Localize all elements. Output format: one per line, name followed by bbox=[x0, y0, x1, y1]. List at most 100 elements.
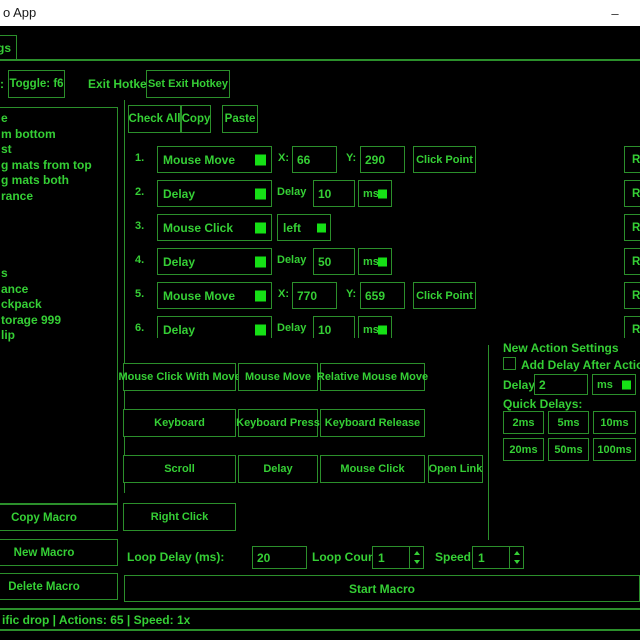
status-text: ific drop | Actions: 65 | Speed: 1x bbox=[0, 613, 190, 627]
copy-button[interactable]: Copy bbox=[181, 105, 211, 133]
spinner-buttons bbox=[409, 547, 423, 568]
list-item[interactable]: m bottom bbox=[1, 127, 117, 143]
delay-input[interactable] bbox=[313, 180, 355, 207]
start-macro-button[interactable]: Start Macro bbox=[124, 575, 640, 602]
dropdown-indicator-icon bbox=[255, 256, 266, 267]
spinner-down-icon[interactable] bbox=[414, 560, 420, 564]
click-point-button[interactable]: Click Point bbox=[413, 282, 476, 309]
list-item[interactable]: lip bbox=[1, 328, 117, 344]
add-keyboard-press-button[interactable]: Keyboard Press bbox=[238, 409, 318, 437]
add-open-link-button[interactable]: Open Link bbox=[428, 455, 483, 483]
new-macro-button[interactable]: New Macro bbox=[0, 539, 118, 566]
status-bar: ific drop | Actions: 65 | Speed: 1x bbox=[0, 608, 640, 631]
delete-macro-button[interactable]: Delete Macro bbox=[0, 573, 118, 600]
action-type-dropdown[interactable]: Mouse Move bbox=[157, 282, 272, 309]
y-label: Y: bbox=[346, 288, 356, 300]
spinner-up-icon[interactable] bbox=[414, 551, 420, 555]
remove-button[interactable]: R bbox=[624, 146, 640, 173]
quick-delay-50ms-button[interactable]: 50ms bbox=[548, 438, 589, 461]
action-type-value: Delay bbox=[163, 255, 195, 269]
add-mouse-click-button[interactable]: Mouse Click bbox=[320, 455, 425, 483]
loop-count-spinner[interactable]: 1 bbox=[372, 546, 424, 569]
action-index: 6. bbox=[135, 322, 144, 334]
quick-delay-100ms-button[interactable]: 100ms bbox=[593, 438, 636, 461]
speed-spinner[interactable]: 1 bbox=[472, 546, 524, 569]
unit-dropdown[interactable]: ms bbox=[358, 180, 392, 207]
set-exit-hotkey-button[interactable]: Set Exit Hotkey bbox=[146, 70, 230, 98]
add-keyboard-button[interactable]: Keyboard bbox=[123, 409, 236, 437]
loop-delay-label: Loop Delay (ms): bbox=[127, 550, 224, 564]
settings-divider bbox=[488, 345, 489, 540]
settings-unit-value: ms bbox=[597, 379, 613, 391]
click-point-button[interactable]: Click Point bbox=[413, 146, 476, 173]
remove-button[interactable]: R bbox=[624, 282, 640, 309]
action-type-dropdown[interactable]: Mouse Move bbox=[157, 146, 272, 173]
spinner-down-icon[interactable] bbox=[514, 560, 520, 564]
list-item[interactable]: torage 999 bbox=[1, 313, 117, 329]
add-keyboard-release-button[interactable]: Keyboard Release bbox=[320, 409, 425, 437]
add-mouse-move-button[interactable]: Mouse Move bbox=[238, 363, 318, 391]
spinner-buttons bbox=[509, 547, 523, 568]
add-delay-checkbox-label: Add Delay After Action bbox=[521, 358, 640, 372]
minimize-button[interactable]: – bbox=[598, 0, 632, 26]
action-type-dropdown[interactable]: Delay bbox=[157, 316, 272, 338]
list-item[interactable]: ckpack bbox=[1, 297, 117, 313]
remove-button[interactable]: R bbox=[624, 214, 640, 241]
loop-delay-input[interactable] bbox=[252, 546, 307, 569]
action-type-value: Delay bbox=[163, 187, 195, 201]
list-item[interactable] bbox=[1, 204, 117, 220]
spinner-up-icon[interactable] bbox=[514, 551, 520, 555]
list-item[interactable]: g mats both bbox=[1, 173, 117, 189]
quick-delay-2ms-button[interactable]: 2ms bbox=[503, 411, 544, 434]
macro-list: e m bottom st g mats from top g mats bot… bbox=[0, 107, 118, 504]
action-index: 3. bbox=[135, 220, 144, 232]
delay-label: Delay bbox=[277, 186, 306, 198]
list-item[interactable]: ance bbox=[1, 282, 117, 298]
list-item[interactable]: st bbox=[1, 142, 117, 158]
remove-button[interactable]: R bbox=[624, 180, 640, 207]
remove-button[interactable]: R bbox=[624, 316, 640, 338]
dropdown-indicator-icon bbox=[378, 325, 387, 334]
toggle-hotkey-button[interactable]: Toggle: f6 bbox=[8, 70, 65, 98]
action-type-dropdown[interactable]: Delay bbox=[157, 248, 272, 275]
y-input[interactable] bbox=[360, 282, 405, 309]
mouse-button-dropdown[interactable]: left bbox=[277, 214, 331, 241]
action-type-dropdown[interactable]: Mouse Click bbox=[157, 214, 272, 241]
action-type-value: Mouse Move bbox=[163, 289, 235, 303]
add-delay-button[interactable]: Delay bbox=[238, 455, 318, 483]
action-type-dropdown[interactable]: Delay bbox=[157, 180, 272, 207]
copy-macro-button[interactable]: Copy Macro bbox=[0, 504, 118, 531]
list-item[interactable]: rance bbox=[1, 189, 117, 205]
delay-input[interactable] bbox=[313, 316, 355, 338]
action-type-value: Mouse Move bbox=[163, 153, 235, 167]
quick-delay-10ms-button[interactable]: 10ms bbox=[593, 411, 636, 434]
x-input[interactable] bbox=[292, 282, 337, 309]
tab-settings[interactable]: gs bbox=[0, 35, 17, 60]
quick-delay-20ms-button[interactable]: 20ms bbox=[503, 438, 544, 461]
list-item[interactable] bbox=[1, 251, 117, 267]
settings-unit-dropdown[interactable]: ms bbox=[592, 374, 636, 395]
add-delay-checkbox[interactable] bbox=[503, 357, 516, 370]
list-item[interactable] bbox=[1, 235, 117, 251]
unit-dropdown[interactable]: ms bbox=[358, 248, 392, 275]
add-right-click-button[interactable]: Right Click bbox=[123, 503, 236, 531]
unit-dropdown[interactable]: ms bbox=[358, 316, 392, 338]
add-scroll-button[interactable]: Scroll bbox=[123, 455, 236, 483]
check-all-button[interactable]: Check All bbox=[128, 105, 181, 133]
app-window: o App – gs : Toggle: f6 Exit Hotkey: Set… bbox=[0, 0, 640, 640]
list-item[interactable]: g mats from top bbox=[1, 158, 117, 174]
x-label: X: bbox=[278, 288, 289, 300]
y-input[interactable] bbox=[360, 146, 405, 173]
remove-button[interactable]: R bbox=[624, 248, 640, 275]
settings-delay-input[interactable] bbox=[534, 374, 588, 395]
paste-button[interactable]: Paste bbox=[222, 105, 258, 133]
add-mouse-click-with-move-button[interactable]: Mouse Click With Move bbox=[123, 363, 236, 391]
list-item[interactable]: e bbox=[1, 111, 117, 127]
list-item[interactable]: s bbox=[1, 266, 117, 282]
x-input[interactable] bbox=[292, 146, 337, 173]
delay-input[interactable] bbox=[313, 248, 355, 275]
list-item[interactable] bbox=[1, 220, 117, 236]
add-relative-mouse-move-button[interactable]: Relative Mouse Move bbox=[320, 363, 425, 391]
quick-delay-5ms-button[interactable]: 5ms bbox=[548, 411, 589, 434]
action-type-value: Delay bbox=[163, 323, 195, 337]
